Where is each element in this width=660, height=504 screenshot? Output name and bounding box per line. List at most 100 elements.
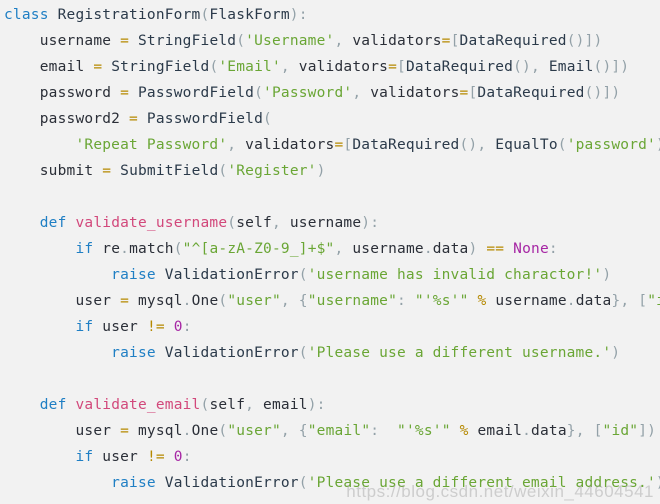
code-line[interactable]: def validate_username(self, username): [0,210,660,236]
code-token: validators [352,33,442,49]
code-token: EqualTo [495,137,558,153]
code-token: class [4,7,49,23]
code-token: RegistrationForm [57,7,201,23]
code-content[interactable]: class RegistrationForm(FlaskForm): usern… [0,2,660,496]
code-line[interactable]: 'Repeat Password', validators=[DataRequi… [0,132,660,158]
code-token: ( [218,163,228,179]
code-line[interactable]: class RegistrationForm(FlaskForm): [0,2,660,28]
code-line[interactable]: password2 = PasswordField( [0,106,660,132]
code-token: def [39,397,67,413]
code-token: ( [218,423,228,439]
code-token: : [370,423,398,439]
code-line[interactable]: if user != 0: [0,444,660,470]
code-line[interactable]: raise ValidationError('username has inva… [0,262,660,288]
code-token: != [146,449,165,465]
code-token: validate_email [75,397,201,413]
code-line[interactable]: raise ValidationError('Please use a diff… [0,340,660,366]
code-line[interactable]: submit = SubmitField('Register') [0,158,660,184]
code-token: submit [39,163,94,179]
code-token: mysql [138,293,183,309]
code-token: : [548,241,558,257]
code-token: , [280,423,299,439]
code-token: . [522,423,532,439]
code-line[interactable] [0,366,660,392]
code-token: One [191,293,219,309]
code-token: self [236,215,272,231]
code-token: DataRequired [477,85,585,101]
code-token: = [120,293,130,309]
code-token: ) [611,345,621,361]
code-token: StringField [111,59,210,75]
code-token: : [397,293,415,309]
code-token: ]) [638,423,657,439]
code-token: user [75,423,112,439]
code-line[interactable]: user = mysql.One("user", {"username": "'… [0,288,660,314]
code-line[interactable]: password = PasswordField('Password', val… [0,80,660,106]
code-token: . [423,241,433,257]
code-token: ( [227,215,237,231]
code-token: 'password' [566,137,656,153]
code-token: Email [548,59,594,75]
code-token: "email" [307,423,371,439]
code-token: user [102,449,138,465]
code-token: { [298,423,308,439]
code-token: re [102,241,121,257]
code-token: None [513,241,549,257]
code-token: email [477,423,523,439]
code-token: }, [ [611,293,648,309]
code-line[interactable]: user = mysql.One("user", {"email": "'%s'… [0,418,660,444]
code-token: 'Register' [227,163,317,179]
code-token: ): [361,215,380,231]
code-token: )]) [656,137,660,153]
code-token: 'Username' [245,33,335,49]
code-editor[interactable]: class RegistrationForm(FlaskForm): usern… [0,0,660,504]
code-token: ) [316,163,326,179]
code-token: email [263,397,308,413]
code-line[interactable]: raise ValidationError('Please use a diff… [0,470,660,496]
code-token: password [39,85,112,101]
code-line[interactable]: username = StringField('Username', valid… [0,28,660,54]
code-line[interactable]: if re.match("^[a-zA-Z0-9_]+$", username.… [0,236,660,262]
code-line[interactable]: email = StringField('Email', validators=… [0,54,660,80]
code-token: 0 [173,319,183,335]
code-token: validators [370,85,460,101]
code-token: , [245,397,255,413]
code-token: . [182,293,192,309]
code-token: if [75,241,94,257]
code-token: : [182,449,192,465]
code-line[interactable]: def validate_email(self, email): [0,392,660,418]
code-line[interactable]: if user != 0: [0,314,660,340]
code-token: "^[a-zA-Z0-9_]+$" [182,241,335,257]
code-token: username [495,293,567,309]
code-token: ( [557,137,567,153]
code-token: DataRequired [352,137,460,153]
code-token: PasswordField [146,111,264,127]
code-token: = [120,85,130,101]
code-token: . [566,293,576,309]
code-token: "'%s'" [414,293,469,309]
code-token: }, [ [566,423,603,439]
code-token: if [75,319,94,335]
code-token: ( [298,345,308,361]
code-token: 'username has invalid charactor!' [307,267,603,283]
code-line[interactable] [0,184,660,210]
